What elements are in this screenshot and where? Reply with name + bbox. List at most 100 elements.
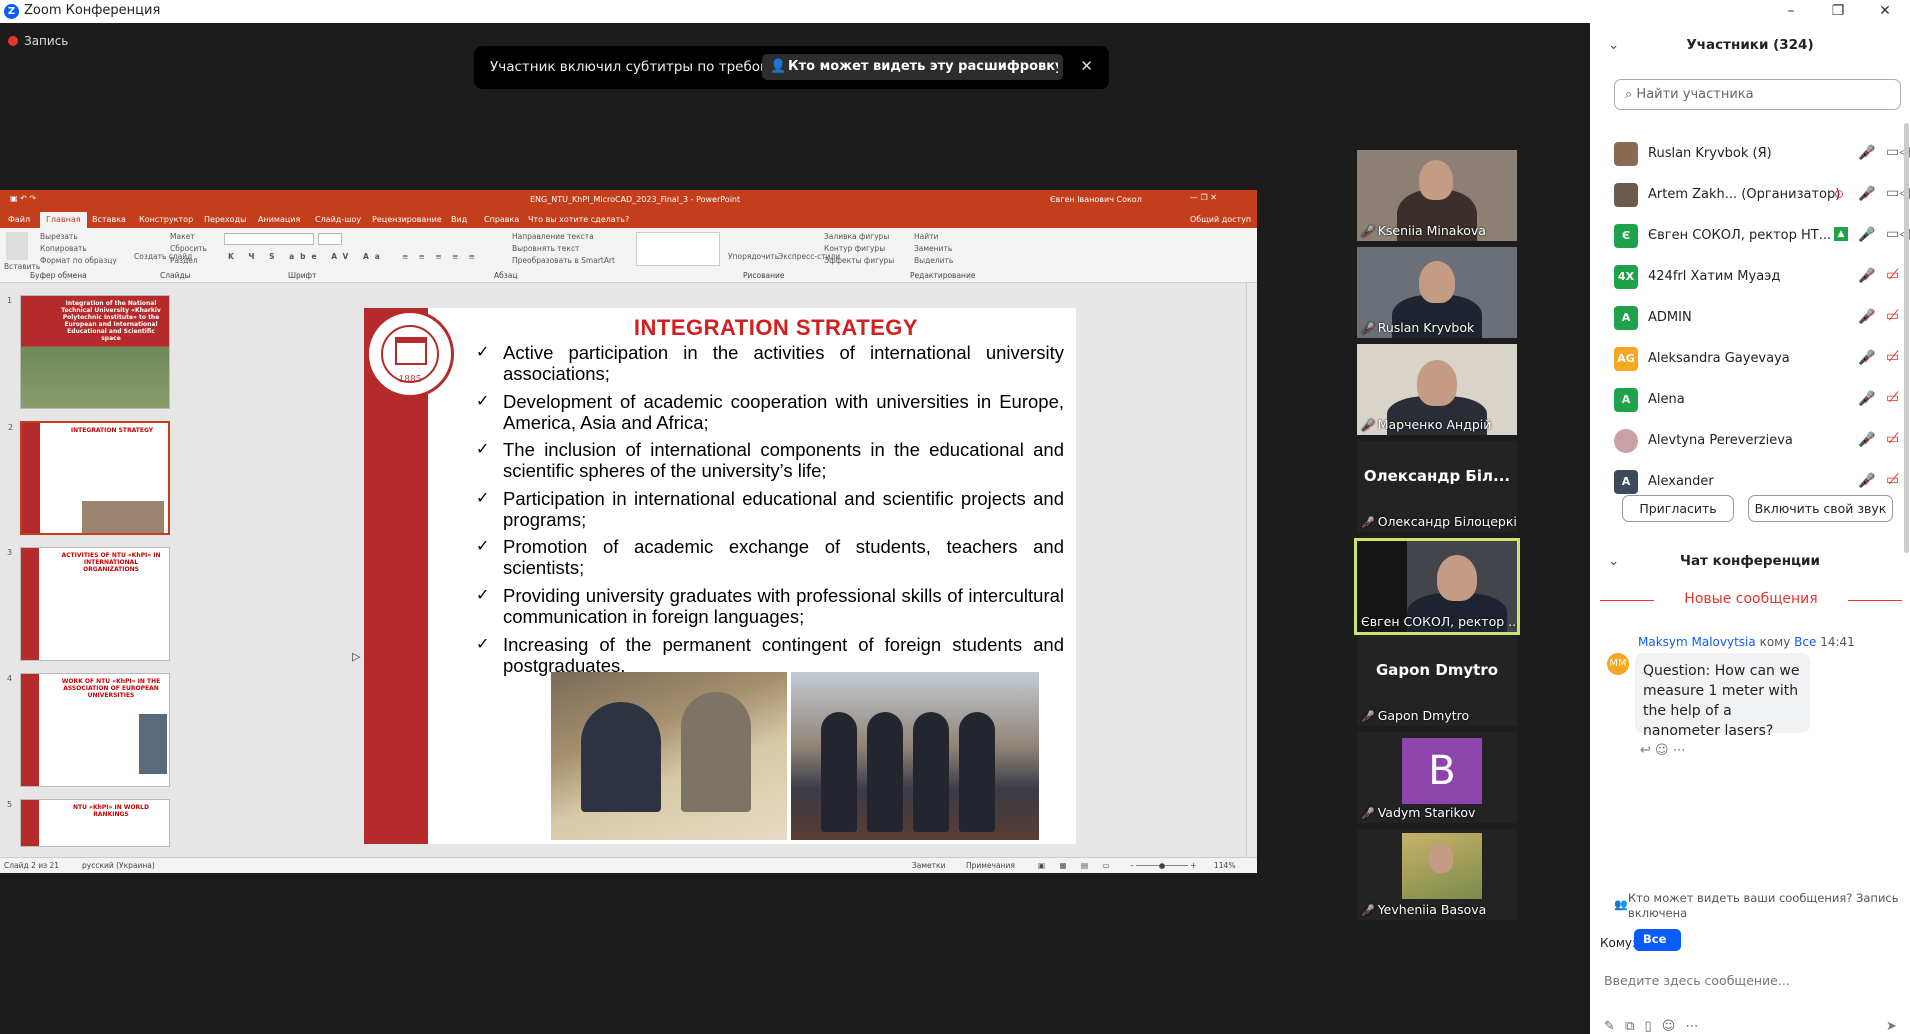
participant-row[interactable]: Alevtyna Pereverzieva 🎤̸ ▭̸	[1614, 426, 1904, 456]
shape-fill-button[interactable]: Заливка фигуры	[824, 232, 889, 241]
tab-help[interactable]: Справка	[484, 215, 519, 224]
shapes-gallery[interactable]	[636, 232, 720, 266]
tab-slideshow[interactable]: Слайд-шоу	[315, 215, 361, 224]
tab-file[interactable]: Файл	[8, 215, 30, 224]
muted-mic-icon[interactable]: 🎤̸	[1858, 432, 1875, 448]
collapse-participants-icon[interactable]: ⌄	[1608, 37, 1619, 53]
font-size-field[interactable]	[318, 233, 342, 245]
slide-thumb-3[interactable]: 3 ACTIVITIES OF NTU «KhPI» IN INTERNATIO…	[7, 547, 170, 661]
reset-button[interactable]: Сбросить	[170, 244, 207, 253]
muted-mic-icon[interactable]: 🎤̸	[1858, 309, 1875, 325]
shape-effects-button[interactable]: Эффекты фигуры	[824, 256, 894, 265]
video-tile[interactable]: B 🎤̸ Vadym Starikov	[1357, 732, 1517, 823]
participant-row[interactable]: A Alena 🎤̸ ▭̸	[1614, 385, 1904, 415]
zoom-slider[interactable]: – ─────●───── +	[1130, 861, 1197, 870]
muted-mic-icon[interactable]: 🎤̸	[1858, 268, 1875, 284]
video-tile-active-speaker[interactable]: Євген СОКОЛ, ректор ...	[1354, 538, 1520, 635]
video-off-icon[interactable]: ▭̸	[1886, 431, 1899, 447]
video-off-icon[interactable]: ▭̸	[1886, 390, 1899, 406]
ppt-save-icon[interactable]: ▣ ↶ ↷	[10, 194, 36, 203]
tab-insert[interactable]: Вставка	[92, 215, 126, 224]
video-tile[interactable]: 🎤̸ Марченко Андрій	[1357, 344, 1517, 435]
font-style-buttons-icon[interactable]: K Ч S abe AV Aa	[228, 252, 386, 261]
video-off-icon[interactable]: ▭̸	[1886, 349, 1899, 365]
participants-scrollbar[interactable]	[1904, 123, 1909, 553]
participant-search-input[interactable]: ⌕ Найти участника	[1614, 79, 1901, 110]
current-slide[interactable]: 1885 INTEGRATION STRATEGY ✓ Active partic…	[364, 308, 1076, 844]
more-icon[interactable]: ⋯	[1685, 1019, 1698, 1034]
section-button[interactable]: Раздел	[170, 256, 198, 265]
select-button[interactable]: Выделить	[914, 256, 953, 265]
muted-mic-icon[interactable]: 🎤̸	[1858, 350, 1875, 366]
muted-mic-icon[interactable]: 🎤̸	[1858, 186, 1875, 202]
replace-button[interactable]: Заменить	[914, 244, 952, 253]
more-icon[interactable]: ⋯	[1673, 743, 1686, 758]
message-sender[interactable]: Maksym Malovytsia	[1638, 635, 1756, 649]
close-window-icon[interactable]: ✕	[1862, 0, 1908, 23]
chat-message[interactable]: Question: How can we measure 1 meter wit…	[1635, 653, 1810, 739]
participant-row[interactable]: A Alexander 🎤̸ ▭̸	[1614, 467, 1904, 497]
video-tile[interactable]: 🎤̸ Kseniia Minakova	[1357, 150, 1517, 241]
ppt-window-controls-icon[interactable]: — ❐ ✕	[1190, 193, 1217, 202]
slide-thumb-5[interactable]: 5 NTU «KhPI» IN WORLD RANKINGS	[7, 799, 170, 847]
close-notice-icon[interactable]: ✕	[1080, 57, 1093, 75]
video-off-icon[interactable]: ▭̸	[1886, 472, 1899, 488]
reply-icon[interactable]: ↩	[1640, 743, 1651, 758]
screenshot-icon[interactable]: ⧉	[1625, 1019, 1634, 1034]
slide-thumb-2[interactable]: 2 INTEGRATION STRATEGY	[8, 421, 170, 535]
font-name-field[interactable]	[224, 233, 314, 245]
find-button[interactable]: Найти	[914, 232, 938, 241]
text-direction-button[interactable]: Направление текста	[512, 232, 594, 241]
video-off-icon[interactable]: ▭̸	[1886, 308, 1899, 324]
video-off-icon[interactable]: ▭̸	[1886, 267, 1899, 283]
paste-button[interactable]: Вставить	[4, 262, 40, 271]
share-button[interactable]: Общий доступ	[1190, 215, 1251, 224]
tab-review[interactable]: Рецензирование	[372, 215, 442, 224]
shape-outline-button[interactable]: Контур фигуры	[824, 244, 885, 253]
recipient-dropdown[interactable]: Все ⌄	[1634, 929, 1681, 960]
video-tile[interactable]: Олександр Біл... 🎤̸ Олександр Білоцеркі..…	[1357, 441, 1517, 532]
muted-mic-icon[interactable]: 🎤̸	[1858, 473, 1875, 489]
chat-message-input[interactable]: Введите здесь сообщение...	[1604, 973, 1790, 988]
recording-indicator[interactable]: Запись	[8, 34, 68, 48]
format-text-icon[interactable]: ✎	[1604, 1019, 1615, 1034]
notes-button[interactable]: Заметки	[912, 861, 945, 870]
paragraph-align-icons[interactable]: ≡ ≡ ≡ ≡ ≡	[402, 252, 479, 261]
copy-button[interactable]: Копировать	[40, 244, 87, 253]
mic-icon[interactable]: 🎤	[1858, 227, 1875, 243]
tab-transitions[interactable]: Переходы	[204, 215, 246, 224]
restore-icon[interactable]: ❐	[1815, 0, 1861, 23]
cut-button[interactable]: Вырезать	[40, 232, 78, 241]
participant-row[interactable]: Ruslan Kryvbok (Я) 🎤̸ ▭◁	[1614, 139, 1910, 169]
tab-home[interactable]: Главная	[40, 212, 87, 228]
participant-row[interactable]: AG Aleksandra Gayevaya 🎤̸ ▭̸	[1614, 344, 1904, 374]
tell-me-search[interactable]: Что вы хотите сделать?	[528, 215, 629, 224]
participant-row[interactable]: 4X 424frl Хатим Муаэд 🎤̸ ▭̸	[1614, 262, 1904, 292]
arrange-button[interactable]: Упорядочить	[728, 252, 779, 261]
layout-button[interactable]: Макет	[170, 232, 195, 241]
ppt-vertical-scrollbar[interactable]	[1246, 283, 1257, 857]
chat-privacy-note[interactable]: 👥 Кто может видеть ваши сообщения? Запис…	[1614, 891, 1904, 921]
minimize-icon[interactable]: –	[1768, 0, 1814, 23]
video-tile[interactable]: Gapon Dmytro 🎤̸ Gapon Dmytro	[1357, 635, 1517, 726]
send-icon[interactable]: ➤	[1886, 1019, 1897, 1034]
invite-button[interactable]: Пригласить	[1622, 495, 1734, 522]
smartart-button[interactable]: Преобразовать в SmartArt	[512, 256, 615, 265]
tab-view[interactable]: Вид	[451, 215, 467, 224]
emoji-reaction-icon[interactable]: ☺	[1655, 743, 1669, 758]
transcript-visibility-link[interactable]: 👤 Кто может видеть эту расшифровку? За..…	[762, 54, 1063, 80]
participant-row[interactable]: Є Євген СОКОЛ, ректор НТ... ▲ 🎤 ▭◁	[1614, 221, 1910, 251]
collapse-chat-icon[interactable]: ⌄	[1608, 553, 1619, 569]
emoji-icon[interactable]: ☺	[1662, 1019, 1676, 1034]
video-tile[interactable]: 🎤̸ Yevheniia Basova	[1357, 829, 1517, 920]
participant-row[interactable]: A ADMIN 🎤̸ ▭̸	[1614, 303, 1904, 333]
unmute-button[interactable]: Включить свой звук	[1748, 495, 1893, 522]
muted-mic-icon[interactable]: 🎤̸	[1858, 391, 1875, 407]
file-icon[interactable]: ▯	[1644, 1019, 1651, 1034]
video-tile[interactable]: 🎤̸ Ruslan Kryvbok	[1357, 247, 1517, 338]
tab-animation[interactable]: Анимация	[258, 215, 300, 224]
format-painter-button[interactable]: Формат по образцу	[40, 256, 117, 265]
view-buttons-icon[interactable]: ▣ ▦ ▤ ▭	[1038, 861, 1116, 870]
comments-button[interactable]: Примечания	[966, 861, 1015, 870]
align-text-button[interactable]: Выровнять текст	[512, 244, 579, 253]
